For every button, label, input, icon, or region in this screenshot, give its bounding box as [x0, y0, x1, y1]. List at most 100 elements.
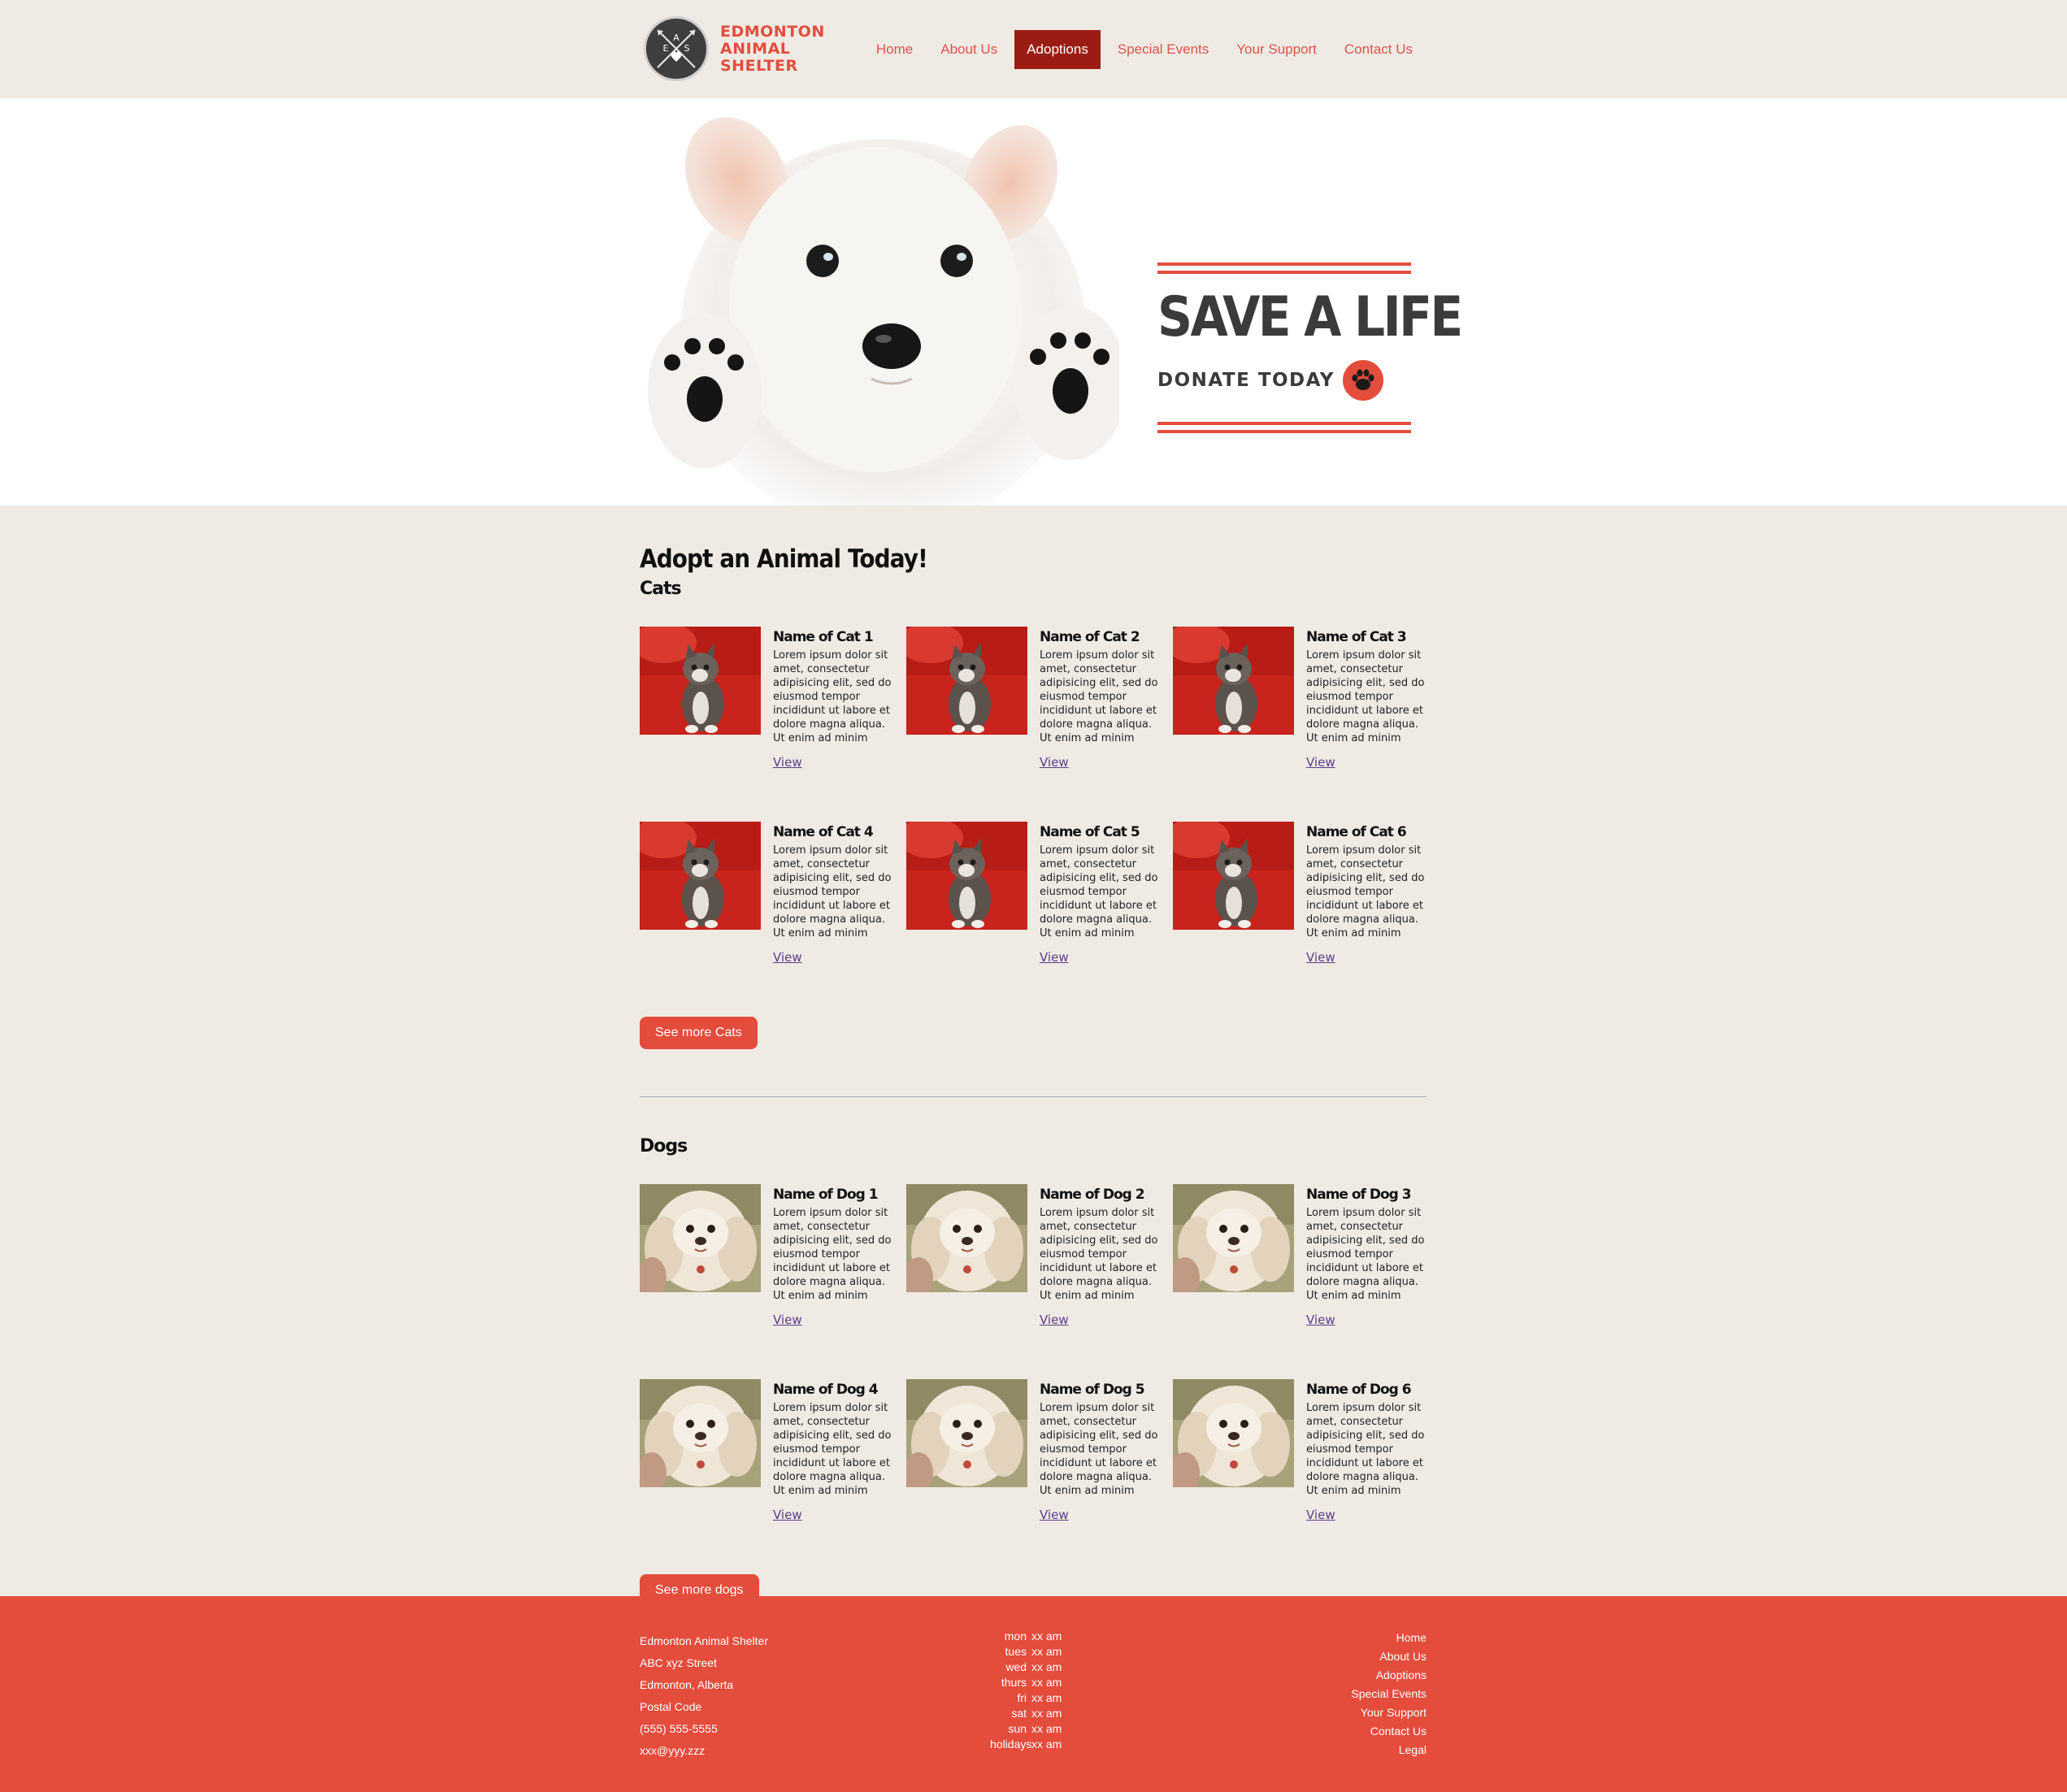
cat-card: Name of Cat 2 Lorem ipsum dolor sit amet…: [906, 627, 1173, 822]
cat-card: Name of Cat 6 Lorem ipsum dolor sit amet…: [1173, 822, 1426, 1017]
dog-photo[interactable]: [906, 1379, 1027, 1487]
footer-address: Edmonton Animal Shelter ABC xyz Street Edm…: [640, 1630, 768, 1762]
cat-photo[interactable]: [906, 627, 1027, 735]
footer-link[interactable]: Legal: [1351, 1741, 1426, 1759]
hero-rule-bottom-2: [1157, 430, 1411, 433]
hours-day: sun: [1008, 1722, 1027, 1735]
cat-view-link[interactable]: View: [773, 755, 802, 770]
footer-link[interactable]: Home: [1351, 1629, 1426, 1647]
cat-view-link[interactable]: View: [1306, 950, 1335, 965]
paw-icon[interactable]: [1342, 360, 1383, 401]
nav-home[interactable]: Home: [862, 30, 927, 69]
cat-view-link[interactable]: View: [1306, 755, 1335, 770]
hours-day: sat: [1011, 1707, 1027, 1720]
cat-card-body: Name of Cat 5 Lorem ipsum dolor sit amet…: [1040, 822, 1162, 1017]
nav-contact-us[interactable]: Contact Us: [1331, 30, 1426, 69]
dog-card: Name of Dog 2 Lorem ipsum dolor sit amet…: [906, 1184, 1173, 1379]
donate-row[interactable]: DONATE TODAY: [1157, 360, 1411, 401]
dog-card-body: Name of Dog 6 Lorem ipsum dolor sit amet…: [1306, 1379, 1426, 1574]
cat-photo[interactable]: [1173, 627, 1294, 735]
hours-time: xx am: [1031, 1722, 1062, 1735]
hours-time: xx am: [1031, 1645, 1062, 1658]
logo-badge: A E S: [644, 16, 709, 81]
cat-photo[interactable]: [1173, 822, 1294, 930]
dog-name: Name of Dog 5: [1040, 1382, 1145, 1398]
cat-view-link[interactable]: View: [1040, 950, 1069, 965]
dogs-grid: Name of Dog 1 Lorem ipsum dolor sit amet…: [640, 1184, 1426, 1574]
cat-description: Lorem ipsum dolor sit amet, consectetur …: [773, 844, 892, 939]
dog-card-body: Name of Dog 4 Lorem ipsum dolor sit amet…: [773, 1379, 895, 1574]
dog-photo[interactable]: [1173, 1379, 1294, 1487]
dog-description: Lorem ipsum dolor sit amet, consectetur …: [1040, 1207, 1158, 1302]
footer-hours-row: wed xx am: [990, 1660, 1062, 1675]
cats-grid: Name of Cat 1 Lorem ipsum dolor sit amet…: [640, 627, 1426, 1017]
dog-card-body: Name of Dog 5 Lorem ipsum dolor sit amet…: [1040, 1379, 1162, 1574]
dog-view-link[interactable]: View: [1306, 1313, 1335, 1327]
cat-photo[interactable]: [640, 627, 761, 735]
nav-about-us[interactable]: About Us: [927, 30, 1011, 69]
dog-view-link[interactable]: View: [773, 1313, 802, 1327]
cat-name: Name of Cat 6: [1306, 824, 1407, 840]
cat-description: Lorem ipsum dolor sit amet, consectetur …: [1306, 649, 1425, 744]
dog-view-link[interactable]: View: [773, 1508, 802, 1522]
footer-hours: mon xx am tues xx am wed xx am thurs xx am fri xx…: [990, 1629, 1062, 1752]
footer-hours-row: mon xx am: [990, 1629, 1062, 1644]
hours-time: xx am: [1031, 1707, 1062, 1720]
hero-rule-top-2: [1157, 271, 1411, 274]
hours-day: thurs: [1001, 1676, 1027, 1689]
cat-name: Name of Cat 4: [773, 824, 874, 840]
footer-address-line: ABC xyz Street: [640, 1656, 717, 1669]
dog-card: Name of Dog 4 Lorem ipsum dolor sit amet…: [640, 1379, 906, 1574]
see-more-cats-button[interactable]: See more Cats: [640, 1017, 758, 1049]
cat-card-body: Name of Cat 4 Lorem ipsum dolor sit amet…: [773, 822, 895, 1017]
footer-link[interactable]: Special Events: [1351, 1685, 1426, 1703]
hours-time: xx am: [1031, 1738, 1062, 1751]
dog-card: Name of Dog 1 Lorem ipsum dolor sit amet…: [640, 1184, 906, 1379]
dog-name: Name of Dog 4: [773, 1382, 879, 1398]
footer-hours-row: fri xx am: [990, 1690, 1062, 1706]
dog-card-body: Name of Dog 3 Lorem ipsum dolor sit amet…: [1306, 1184, 1426, 1379]
hero-rule-bottom: [1157, 422, 1411, 425]
dog-description: Lorem ipsum dolor sit amet, consectetur …: [1306, 1402, 1425, 1497]
donate-cta[interactable]: DONATE TODAY: [1157, 370, 1335, 391]
cat-description: Lorem ipsum dolor sit amet, consectetur …: [1040, 844, 1158, 939]
cat-view-link[interactable]: View: [1040, 755, 1069, 770]
dogs-heading: Dogs: [640, 1136, 688, 1156]
site-logo[interactable]: A E S EDMONTON ANIMAL SHELTER: [644, 16, 825, 81]
footer-hours-row: sun xx am: [990, 1721, 1062, 1737]
footer-hours-row: sat xx am: [990, 1706, 1062, 1721]
dog-view-link[interactable]: View: [1040, 1313, 1069, 1327]
dog-photo[interactable]: [640, 1379, 761, 1487]
footer-link[interactable]: Contact Us: [1351, 1722, 1426, 1741]
dog-photo[interactable]: [906, 1184, 1027, 1292]
footer-link[interactable]: Your Support: [1351, 1703, 1426, 1722]
dog-photo[interactable]: [640, 1184, 761, 1292]
cat-name: Name of Cat 5: [1040, 824, 1140, 840]
cat-photo[interactable]: [906, 822, 1027, 930]
dog-name: Name of Dog 2: [1040, 1187, 1145, 1203]
hours-time: xx am: [1031, 1629, 1062, 1642]
cat-card: Name of Cat 4 Lorem ipsum dolor sit amet…: [640, 822, 906, 1017]
cat-name: Name of Cat 2: [1040, 629, 1140, 645]
dog-card: Name of Dog 3 Lorem ipsum dolor sit amet…: [1173, 1184, 1426, 1379]
nav-special-events[interactable]: Special Events: [1104, 30, 1222, 69]
nav-your-support[interactable]: Your Support: [1222, 30, 1331, 69]
dog-card: Name of Dog 5 Lorem ipsum dolor sit amet…: [906, 1379, 1173, 1574]
footer-link[interactable]: About Us: [1351, 1647, 1426, 1666]
puppy-image: [648, 117, 1119, 505]
page-title: Adopt an Animal Today!: [640, 545, 928, 574]
dog-photo[interactable]: [1173, 1184, 1294, 1292]
cat-view-link[interactable]: View: [773, 950, 802, 965]
dog-view-link[interactable]: View: [1040, 1508, 1069, 1522]
logo-letter: A: [673, 33, 680, 43]
dog-description: Lorem ipsum dolor sit amet, consectetur …: [1306, 1207, 1425, 1302]
cat-card-body: Name of Cat 3 Lorem ipsum dolor sit amet…: [1306, 627, 1426, 822]
cat-card: Name of Cat 1 Lorem ipsum dolor sit amet…: [640, 627, 906, 822]
hours-day: fri: [1017, 1691, 1027, 1704]
footer-link[interactable]: Adoptions: [1351, 1666, 1426, 1685]
dog-view-link[interactable]: View: [1306, 1508, 1335, 1522]
cat-name: Name of Cat 1: [773, 629, 874, 645]
dog-description: Lorem ipsum dolor sit amet, consectetur …: [773, 1402, 892, 1497]
cat-photo[interactable]: [640, 822, 761, 930]
nav-adoptions[interactable]: Adoptions: [1014, 30, 1101, 69]
